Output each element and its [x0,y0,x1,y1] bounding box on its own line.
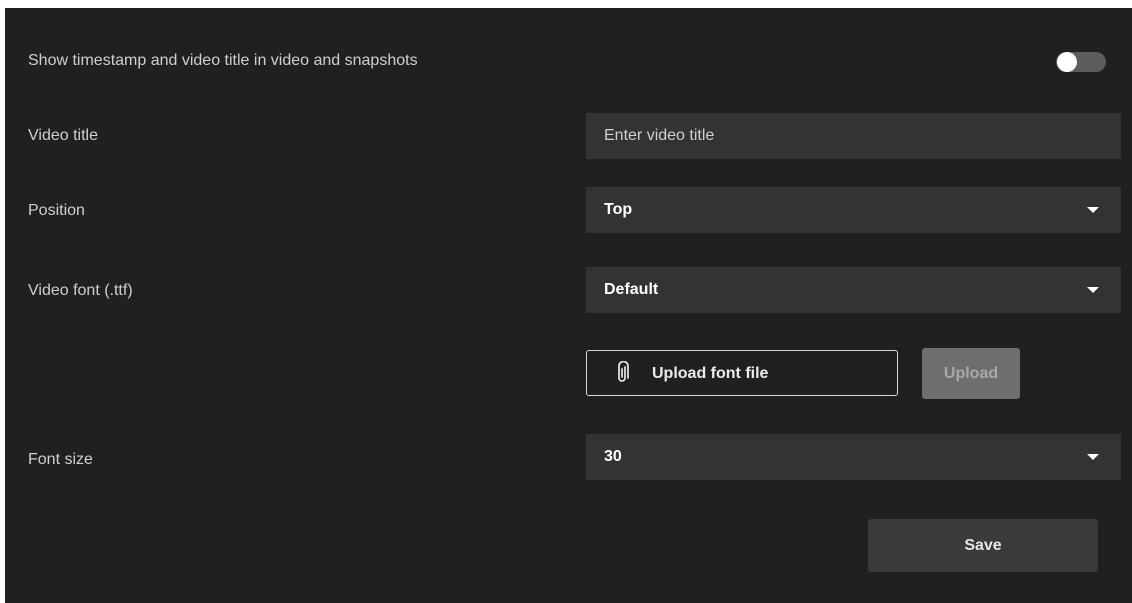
video-title-label: Video title [28,127,98,144]
chevron-down-icon [1087,454,1099,460]
font-size-selected-value: 30 [604,448,622,465]
toggle-knob [1057,52,1077,72]
timestamp-toggle[interactable] [1056,52,1106,72]
upload-font-file-label: Upload font file [652,365,769,382]
upload-button[interactable]: Upload [922,348,1020,399]
font-size-label: Font size [28,451,93,468]
video-font-selected-value: Default [604,281,659,298]
upload-font-file-picker[interactable]: Upload font file [586,350,898,396]
save-button[interactable]: Save [868,519,1098,572]
settings-panel: Show timestamp and video title in video … [5,8,1132,603]
timestamp-setting-label: Show timestamp and video title in video … [28,52,418,69]
chevron-down-icon [1087,287,1099,293]
video-title-field [586,113,1121,159]
video-title-input[interactable] [604,127,1121,145]
video-font-select[interactable]: Default [586,267,1121,313]
paperclip-icon [618,361,629,382]
position-select[interactable]: Top [586,187,1121,233]
font-size-select[interactable]: 30 [586,434,1121,480]
position-label: Position [28,202,85,219]
position-selected-value: Top [604,201,633,218]
video-font-label: Video font (.ttf) [28,282,133,299]
chevron-down-icon [1087,207,1099,213]
